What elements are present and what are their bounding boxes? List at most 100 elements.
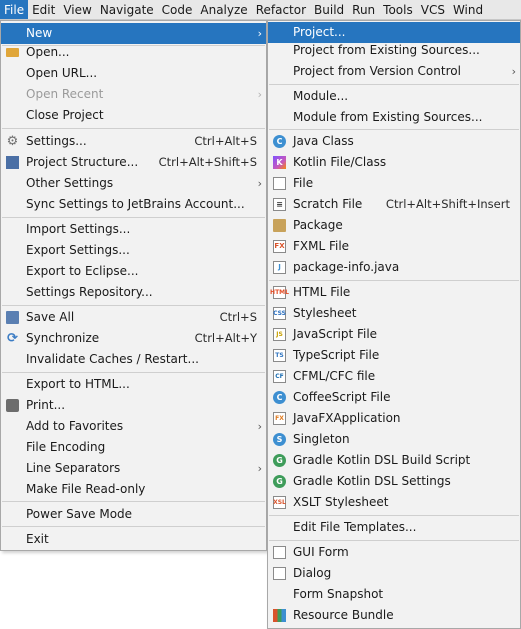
menu-item-new[interactable]: New › [1, 23, 266, 44]
menu-item-make-read-only[interactable]: Make File Read-only [1, 479, 266, 500]
menu-item-open-url[interactable]: Open URL... [1, 63, 266, 84]
menu-item-sync-settings[interactable]: Sync Settings to JetBrains Account... [1, 194, 266, 215]
menu-run[interactable]: Run [348, 0, 379, 19]
menu-analyze[interactable]: Analyze [196, 0, 251, 19]
menu-item-label: Print... [26, 398, 66, 412]
menu-item-settings[interactable]: ⚙ Settings... Ctrl+Alt+S [1, 131, 266, 152]
new-item-gradle-settings[interactable]: G Gradle Kotlin DSL Settings [268, 471, 520, 492]
typescript-icon: TS [273, 349, 286, 362]
menu-item-close-project[interactable]: Close Project [1, 105, 266, 126]
new-submenu: Project... Project from Existing Sources… [267, 20, 521, 629]
menu-window[interactable]: Wind [449, 0, 487, 19]
menu-item-other-settings[interactable]: Other Settings › [1, 173, 266, 194]
menu-item-label: Open URL... [26, 66, 98, 80]
separator [269, 280, 519, 281]
new-item-stylesheet[interactable]: CSS Stylesheet [268, 303, 520, 324]
menu-item-file-encoding[interactable]: File Encoding [1, 437, 266, 458]
menu-bar: File Edit View Navigate Code Analyze Ref… [0, 0, 521, 20]
menu-item-label: Scratch File [293, 197, 363, 211]
separator [2, 372, 265, 373]
new-item-javascript-file[interactable]: JS JavaScript File [268, 324, 520, 345]
menu-item-label: Synchronize [26, 331, 100, 345]
new-item-package-info[interactable]: J package-info.java [268, 257, 520, 278]
menu-item-add-to-favorites[interactable]: Add to Favorites › [1, 416, 266, 437]
new-item-xslt-stylesheet[interactable]: XSL XSLT Stylesheet [268, 492, 520, 513]
new-item-dialog[interactable]: Dialog [268, 563, 520, 584]
menu-item-open-recent[interactable]: Open Recent › [1, 84, 266, 105]
menu-item-label: FXML File [293, 239, 350, 253]
menu-item-label: Open... [26, 45, 70, 59]
menu-item-export-html[interactable]: Export to HTML... [1, 374, 266, 395]
new-item-coffeescript-file[interactable]: C CoffeeScript File [268, 387, 520, 408]
menu-navigate[interactable]: Navigate [96, 0, 158, 19]
separator [2, 501, 265, 502]
menu-item-label: Stylesheet [293, 306, 357, 320]
menu-item-synchronize[interactable]: ⟳ Synchronize Ctrl+Alt+Y [1, 328, 266, 349]
scratch-file-icon: ≡ [273, 198, 286, 211]
menu-build[interactable]: Build [310, 0, 348, 19]
cfml-icon: CF [273, 370, 286, 383]
new-item-gradle-build-script[interactable]: G Gradle Kotlin DSL Build Script [268, 450, 520, 471]
menu-item-line-separators[interactable]: Line Separators › [1, 458, 266, 479]
menu-file[interactable]: File [0, 0, 29, 19]
menu-view[interactable]: View [59, 0, 95, 19]
new-item-package[interactable]: Package [268, 215, 520, 236]
submenu-arrow-icon: › [257, 420, 262, 433]
menu-vcs[interactable]: VCS [417, 0, 449, 19]
menu-item-open[interactable]: Open... [1, 42, 266, 63]
new-item-fxml-file[interactable]: FX FXML File [268, 236, 520, 257]
menu-edit[interactable]: Edit [28, 0, 59, 19]
new-item-cfml-file[interactable]: CF CFML/CFC file [268, 366, 520, 387]
menu-item-export-settings[interactable]: Export Settings... [1, 240, 266, 261]
new-item-project-existing-sources[interactable]: Project from Existing Sources... [268, 40, 520, 61]
menu-tools[interactable]: Tools [379, 0, 417, 19]
menu-item-label: Invalidate Caches / Restart... [26, 352, 199, 366]
new-item-singleton[interactable]: S Singleton [268, 429, 520, 450]
new-item-javafx-application[interactable]: FX JavaFXApplication [268, 408, 520, 429]
menu-item-label: Power Save Mode [26, 507, 133, 521]
new-item-html-file[interactable]: HTML HTML File [268, 282, 520, 303]
menu-item-label: Import Settings... [26, 222, 131, 236]
new-item-typescript-file[interactable]: TS TypeScript File [268, 345, 520, 366]
html-icon: HTML [270, 286, 289, 299]
javascript-icon: JS [273, 328, 286, 341]
resource-bundle-icon [273, 609, 286, 622]
new-item-file[interactable]: File [268, 173, 520, 194]
menu-item-settings-repository[interactable]: Settings Repository... [1, 282, 266, 303]
menu-item-exit[interactable]: Exit [1, 529, 266, 550]
menu-item-print[interactable]: Print... [1, 395, 266, 416]
menu-item-label: Open Recent [26, 87, 104, 101]
menu-item-save-all[interactable]: Save All Ctrl+S [1, 307, 266, 328]
sync-icon: ⟳ [7, 331, 18, 346]
new-item-project-vcs[interactable]: Project from Version Control › [268, 61, 520, 82]
new-item-java-class[interactable]: C Java Class [268, 131, 520, 152]
submenu-arrow-icon: › [511, 65, 516, 78]
new-item-module-existing-sources[interactable]: Module from Existing Sources... [268, 107, 520, 128]
separator [2, 526, 265, 527]
menu-item-label: Close Project [26, 108, 104, 122]
new-item-scratch-file[interactable]: ≡ Scratch File Ctrl+Alt+Shift+Insert [268, 194, 520, 215]
new-item-form-snapshot[interactable]: Form Snapshot [268, 584, 520, 605]
shortcut: Ctrl+Alt+Y [194, 331, 257, 345]
menu-item-label: New [26, 26, 53, 40]
menu-item-power-save-mode[interactable]: Power Save Mode [1, 504, 266, 525]
new-item-resource-bundle[interactable]: Resource Bundle [268, 605, 520, 626]
menu-item-export-eclipse[interactable]: Export to Eclipse... [1, 261, 266, 282]
menu-refactor[interactable]: Refactor [252, 0, 310, 19]
shortcut: Ctrl+S [219, 310, 257, 324]
gui-form-icon [273, 546, 286, 559]
menu-item-import-settings[interactable]: Import Settings... [1, 219, 266, 240]
menu-item-label: Project Structure... [26, 155, 139, 169]
new-item-edit-file-templates[interactable]: Edit File Templates... [268, 517, 520, 538]
menu-item-label: Gradle Kotlin DSL Build Script [293, 453, 471, 467]
menu-code[interactable]: Code [158, 0, 197, 19]
submenu-arrow-icon: › [257, 462, 262, 475]
menu-item-project-structure[interactable]: Project Structure... Ctrl+Alt+Shift+S [1, 152, 266, 173]
menu-item-label: Project from Existing Sources... [293, 43, 480, 57]
css-icon: CSS [273, 307, 286, 320]
new-item-gui-form[interactable]: GUI Form [268, 542, 520, 563]
javafx-icon: FX [273, 412, 286, 425]
new-item-module[interactable]: Module... [268, 86, 520, 107]
new-item-kotlin-file[interactable]: K Kotlin File/Class [268, 152, 520, 173]
menu-item-invalidate-caches[interactable]: Invalidate Caches / Restart... [1, 349, 266, 370]
